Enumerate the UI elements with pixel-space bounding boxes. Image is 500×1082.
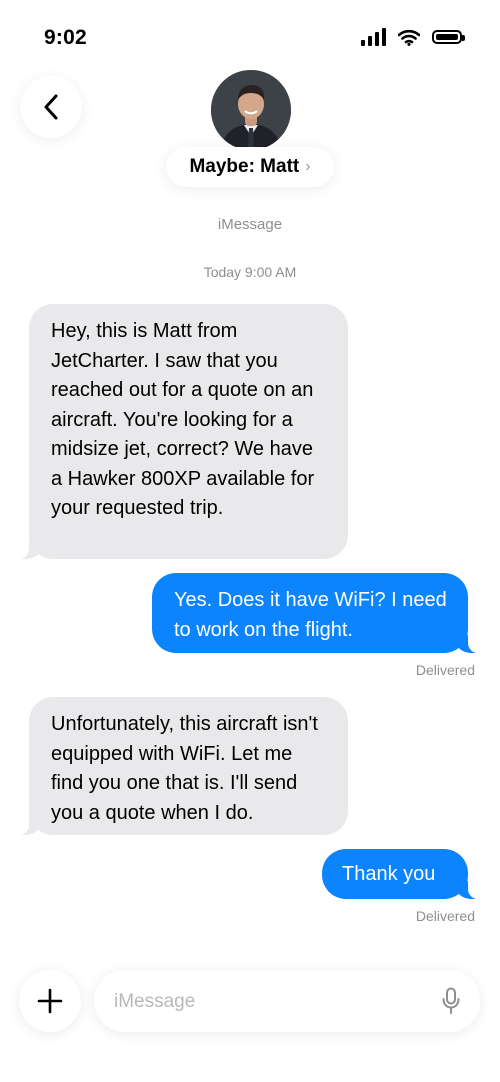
thread-timestamp: Today 9:00 AM <box>203 264 297 280</box>
add-attachment-button[interactable] <box>19 970 81 1032</box>
service-label: iMessage <box>217 216 283 233</box>
wifi-icon <box>398 29 420 46</box>
status-icons <box>361 28 465 46</box>
back-button[interactable] <box>20 76 82 138</box>
avatar-photo <box>211 70 291 150</box>
chevron-left-icon <box>44 94 58 120</box>
message-input[interactable] <box>112 970 416 1034</box>
microphone-icon[interactable] <box>442 987 460 1015</box>
battery-icon <box>432 30 465 44</box>
contact-name: Maybe: Matt <box>189 156 300 177</box>
delivery-status: Delivered <box>415 662 475 678</box>
cellular-signal-icon <box>361 28 386 46</box>
incoming-message[interactable]: Unfortunately, this aircraft isn't equip… <box>13 697 348 835</box>
contact-name-button[interactable]: Maybe: Matt › <box>166 147 334 187</box>
incoming-message[interactable]: Hey, this is Matt from JetCharter. I saw… <box>13 304 348 559</box>
outgoing-message[interactable]: Thank you <box>322 849 484 899</box>
outgoing-message[interactable]: Yes. Does it have WiFi? I need to work o… <box>152 573 484 653</box>
chevron-right-icon: › <box>305 158 311 175</box>
contact-avatar[interactable] <box>211 70 291 150</box>
status-time: 9:02 <box>44 26 87 49</box>
delivery-status: Delivered <box>415 908 475 924</box>
message-input-container[interactable] <box>94 970 480 1034</box>
plus-icon <box>37 988 63 1014</box>
